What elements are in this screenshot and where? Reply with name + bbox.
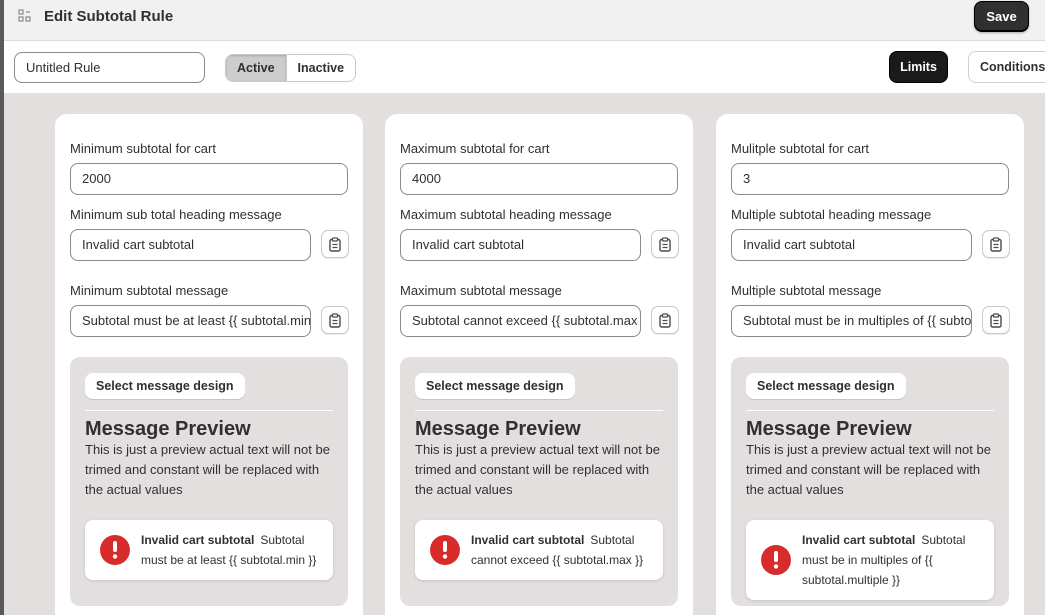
preview-message-text: Invalid cart subtotal Subtotal must be in… — [802, 530, 982, 590]
alert-icon — [100, 535, 130, 565]
field-label: Maximum subtotal message — [400, 283, 562, 298]
page-title: Edit Subtotal Rule — [44, 8, 174, 25]
field-label: Minimum sub total heading message — [70, 207, 282, 222]
preview-message: Invalid cart subtotal Subtotal must be at… — [85, 520, 333, 580]
preview-heading: Message Preview — [415, 418, 581, 440]
clipboard-icon[interactable] — [982, 306, 1010, 334]
status-inactive-button[interactable]: Inactive — [285, 55, 356, 81]
preview-note: This is just a preview actual text will … — [746, 442, 991, 497]
min-subtotal-input[interactable]: 2000 — [70, 163, 348, 195]
clipboard-icon[interactable] — [651, 306, 679, 334]
max-subtotal-input[interactable]: 4000 — [400, 163, 678, 195]
field-label: Maximum subtotal for cart — [400, 141, 550, 156]
message-preview-panel: Select message design Message Preview Th… — [731, 357, 1009, 606]
clipboard-icon[interactable] — [321, 230, 349, 258]
title-bar: Edit Subtotal Rule Save — [4, 0, 1045, 41]
multiple-subtotal-card: Mulitple subtotal for cart 3 Multiple su… — [716, 114, 1024, 615]
app-window: Edit Subtotal Rule Save Active Inactive … — [4, 0, 1045, 615]
minimum-subtotal-card: Minimum subtotal for cart 2000 Minimum s… — [55, 114, 363, 615]
alert-icon — [761, 545, 791, 575]
field-label: Maximum subtotal heading message — [400, 207, 612, 222]
max-heading-input[interactable]: Invalid cart subtotal — [400, 229, 641, 261]
maximum-subtotal-card: Maximum subtotal for cart 4000 Maximum s… — [385, 114, 693, 615]
clipboard-icon[interactable] — [321, 306, 349, 334]
min-heading-input[interactable]: Invalid cart subtotal — [70, 229, 311, 261]
preview-note: This is just a preview actual text will … — [415, 442, 660, 497]
preview-message: Invalid cart subtotal Subtotal must be in… — [746, 520, 994, 600]
divider — [415, 410, 663, 411]
select-message-design-button[interactable]: Select message design — [415, 373, 575, 399]
preview-message-text: Invalid cart subtotal Subtotal cannot exc… — [471, 530, 651, 570]
field-label: Mulitple subtotal for cart — [731, 141, 870, 156]
tab-limits[interactable]: Limits — [889, 51, 948, 83]
message-preview-panel: Select message design Message Preview Th… — [70, 357, 348, 606]
preview-message: Invalid cart subtotal Subtotal cannot exc… — [415, 520, 663, 580]
multiple-message-input[interactable]: Subtotal must be in multiples of {{ subt… — [731, 305, 972, 337]
preview-heading: Message Preview — [85, 418, 251, 440]
preview-message-title: Invalid cart subtotal — [141, 533, 255, 547]
clipboard-icon[interactable] — [651, 230, 679, 258]
multiple-subtotal-input[interactable]: 3 — [731, 163, 1009, 195]
status-active-button[interactable]: Active — [226, 55, 286, 81]
preview-message-title: Invalid cart subtotal — [802, 533, 916, 547]
clipboard-icon[interactable] — [982, 230, 1010, 258]
save-button[interactable]: Save — [974, 1, 1029, 32]
divider — [85, 410, 333, 411]
min-message-input[interactable]: Subtotal must be at least {{ subtotal.mi… — [70, 305, 311, 337]
alert-icon — [430, 535, 460, 565]
grid-icon — [18, 9, 31, 22]
status-toggle: Active Inactive — [225, 54, 357, 82]
preview-message-title: Invalid cart subtotal — [471, 533, 585, 547]
rule-toolbar: Active Inactive Limits Conditions — [4, 41, 1045, 94]
tab-conditions[interactable]: Conditions — [968, 51, 1045, 83]
field-label: Minimum subtotal message — [70, 283, 229, 298]
divider — [746, 410, 994, 411]
field-label: Multiple subtotal message — [731, 283, 882, 298]
field-label: Minimum subtotal for cart — [70, 141, 216, 156]
select-message-design-button[interactable]: Select message design — [85, 373, 245, 399]
field-label: Multiple subtotal heading message — [731, 207, 932, 222]
preview-message-text: Invalid cart subtotal Subtotal must be at… — [141, 530, 321, 570]
preview-note: This is just a preview actual text will … — [85, 442, 330, 497]
rule-name-input[interactable] — [14, 52, 205, 83]
multiple-heading-input[interactable]: Invalid cart subtotal — [731, 229, 972, 261]
max-message-input[interactable]: Subtotal cannot exceed {{ subtotal.max }… — [400, 305, 641, 337]
preview-heading: Message Preview — [746, 418, 912, 440]
message-preview-panel: Select message design Message Preview Th… — [400, 357, 678, 606]
select-message-design-button[interactable]: Select message design — [746, 373, 906, 399]
